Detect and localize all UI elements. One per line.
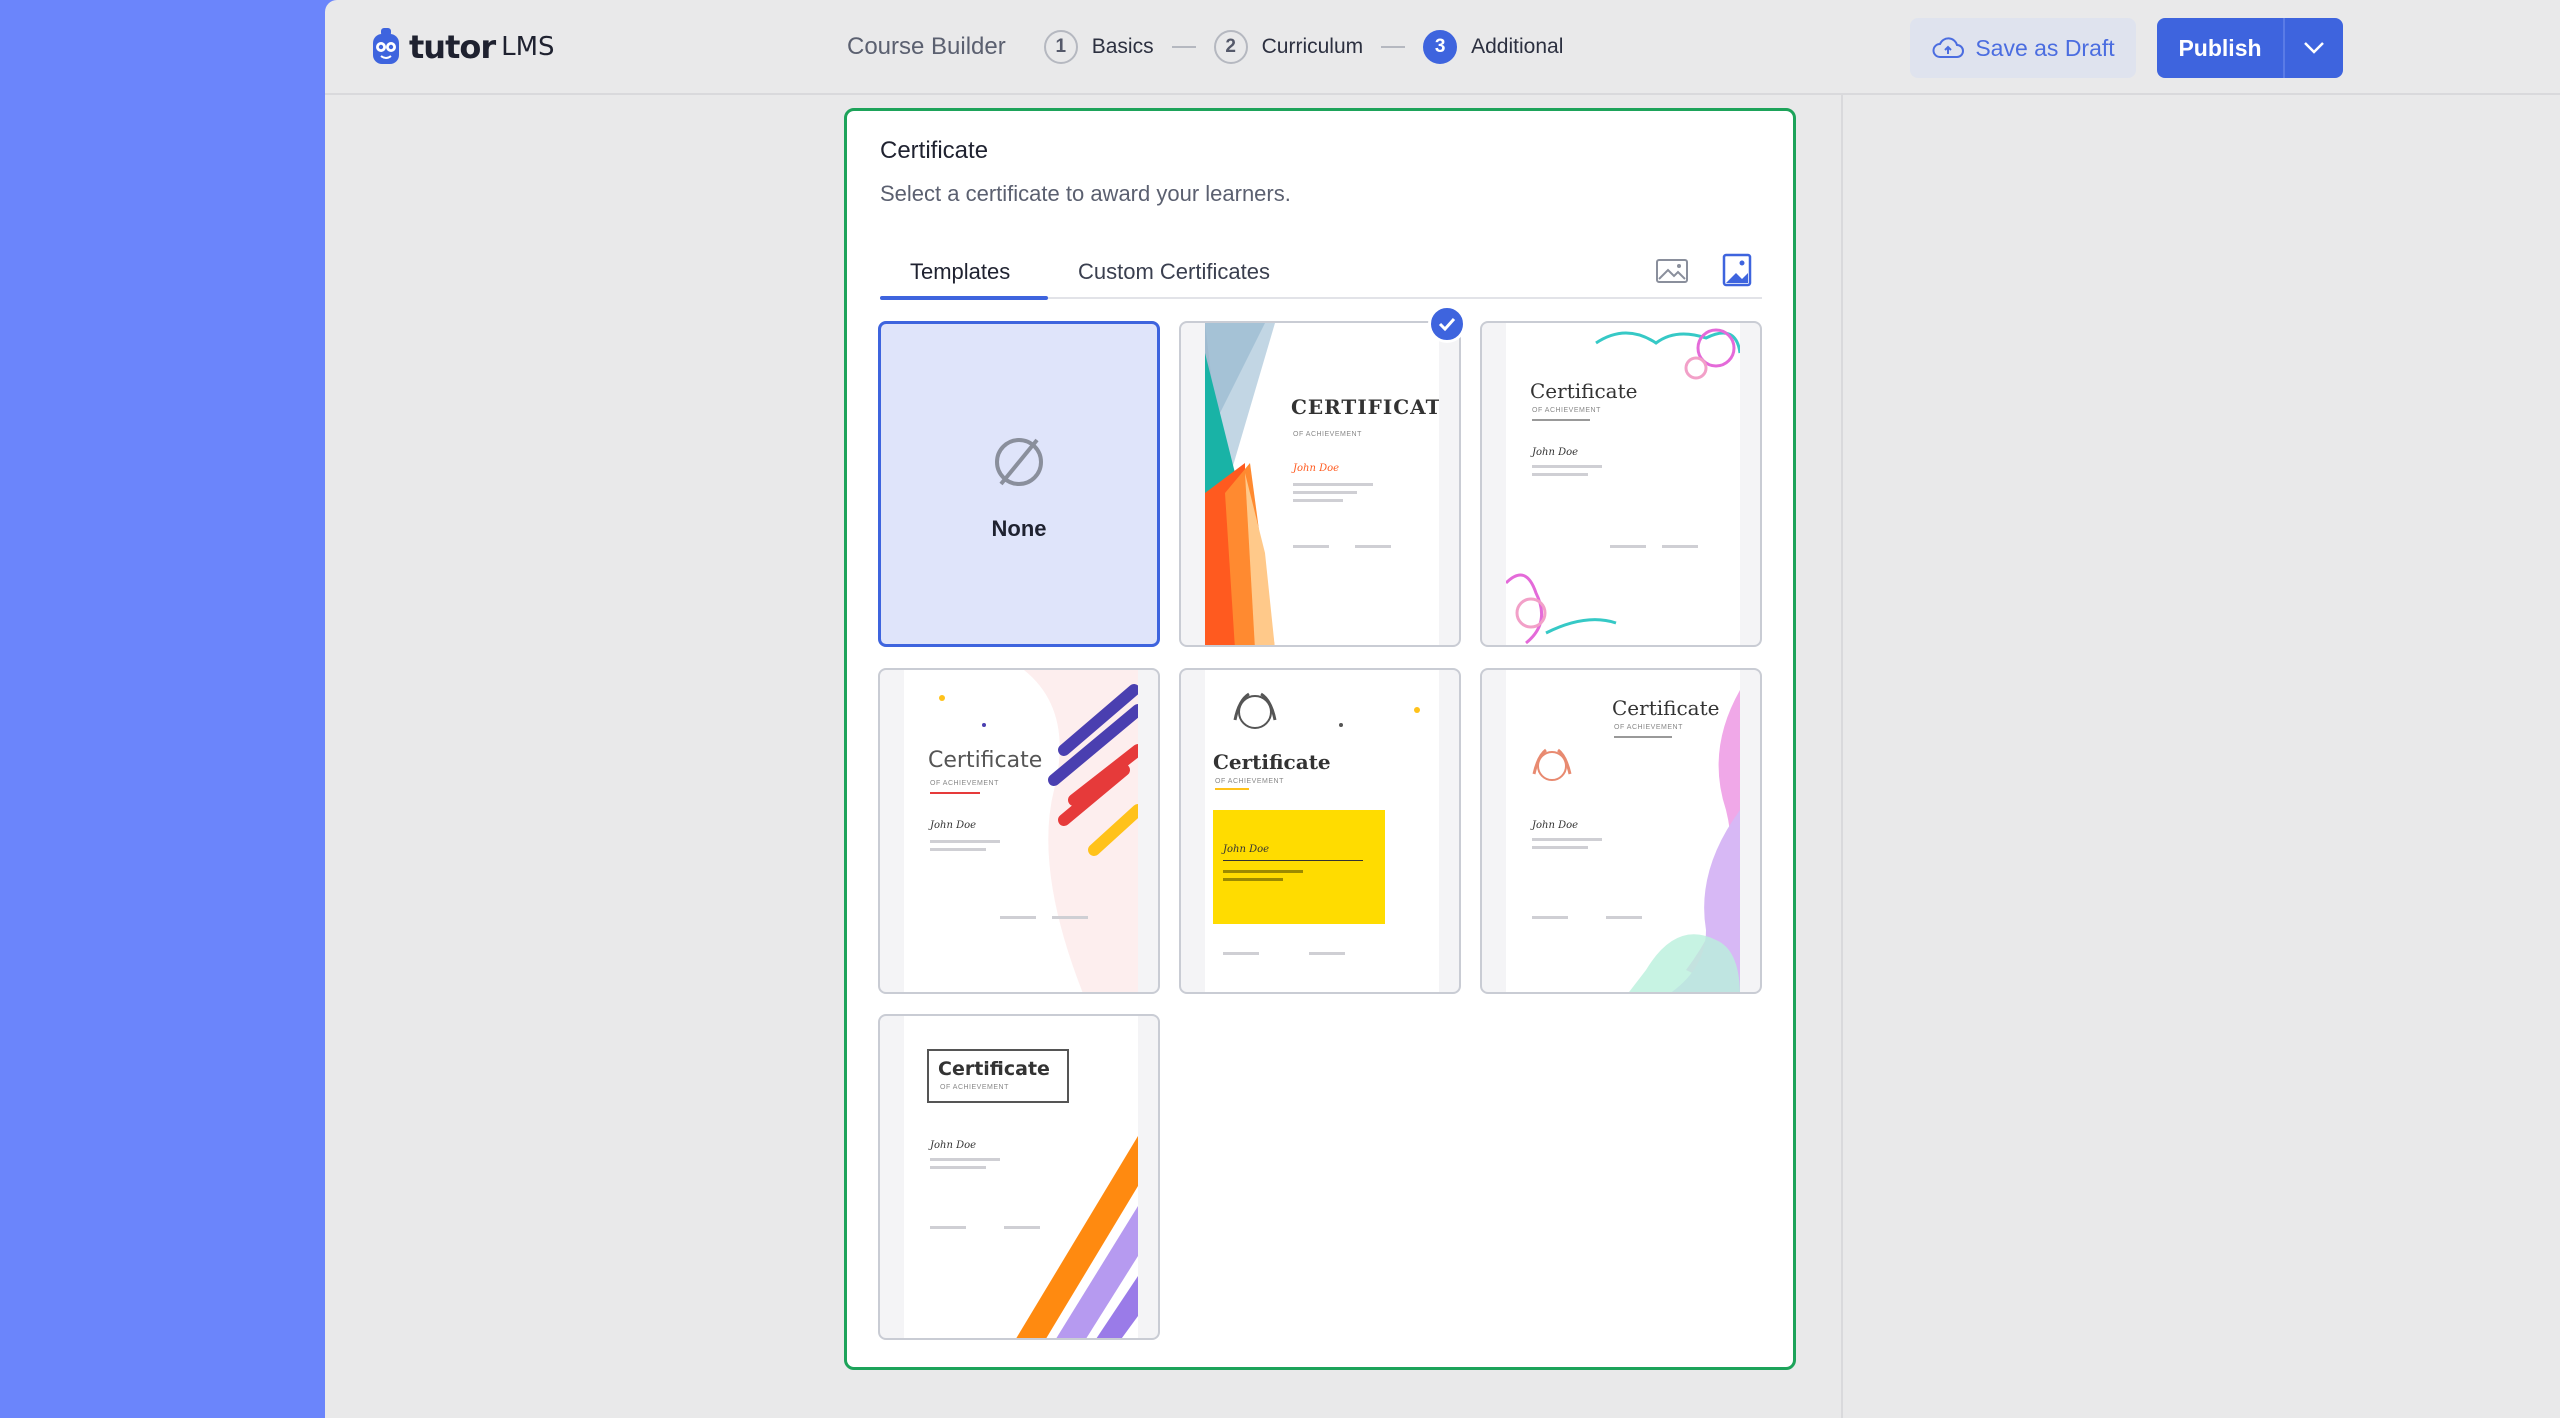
template-floral[interactable]: Certificate OF ACHIEVEMENT John Doe [1480, 321, 1762, 647]
publish-options-button[interactable] [2283, 18, 2343, 78]
template-title: Certificate [1213, 750, 1331, 774]
template-modern-stripes[interactable]: Certificate OF ACHIEVEMENT John Doe [878, 668, 1160, 994]
template-recipient: John Doe [1223, 844, 1270, 855]
cloud-upload-icon [1932, 37, 1965, 58]
template-subtitle: OF ACHIEVEMENT [940, 1084, 1009, 1091]
template-title: CERTIFICATE [1291, 395, 1439, 419]
builder-steps: Course Builder 1 Basics 2 Curriculum 3 A… [847, 28, 1563, 66]
template-title: Certificate [1530, 379, 1638, 403]
template-pastel-wave[interactable]: Certificate OF ACHIEVEMENT John Doe [1480, 668, 1762, 994]
diagonal-stripes-art [939, 670, 1138, 992]
certificate-preview: Certificate OF ACHIEVEMENT John Doe [904, 1016, 1138, 1338]
template-boxed[interactable]: Certificate OF ACHIEVEMENT John Doe [878, 1014, 1160, 1340]
award-laurel-art [1213, 692, 1420, 924]
template-subtitle: OF ACHIEVEMENT [1532, 407, 1601, 414]
step-label: Curriculum [1261, 35, 1364, 58]
certificate-preview: CERTIFICATE OF ACHIEVEMENT John Doe [1205, 323, 1439, 645]
template-subtitle: OF ACHIEVEMENT [1293, 431, 1362, 438]
publish-button[interactable]: Publish [2157, 18, 2283, 78]
tab-templates[interactable]: Templates [910, 259, 1010, 285]
template-recipient: John Doe [1293, 463, 1340, 474]
save-as-draft-label: Save as Draft [1975, 34, 2115, 61]
certificate-preview: Certificate OF ACHIEVEMENT John Doe [904, 670, 1138, 992]
chevron-down-icon [2304, 42, 2324, 54]
brand-suffix: LMS [501, 32, 555, 62]
template-subtitle: OF ACHIEVEMENT [930, 780, 999, 787]
save-as-draft-button[interactable]: Save as Draft [1910, 18, 2136, 78]
certificate-preview: Certificate OF ACHIEVEMENT John Doe [1506, 670, 1740, 992]
portrait-view-icon[interactable] [1722, 253, 1752, 287]
step-number: 1 [1043, 30, 1078, 64]
brand-name: tutor [409, 28, 496, 66]
step-number: 3 [1423, 30, 1458, 64]
template-recipient: John Doe [1532, 447, 1579, 458]
certificate-heading: Certificate [880, 137, 989, 164]
top-header: tutor LMS Course Builder 1 Basics 2 Curr… [325, 0, 2560, 95]
step-label: Basics [1091, 35, 1154, 58]
template-title: Certificate [938, 1058, 1050, 1080]
step-number: 2 [1213, 30, 1248, 64]
template-recipient: John Doe [930, 820, 977, 831]
step-separator [1381, 46, 1406, 48]
no-certificate-icon [995, 438, 1043, 486]
step-curriculum[interactable]: 2 Curriculum [1213, 30, 1364, 64]
sidebar-divider [1841, 95, 1843, 1418]
publish-button-group: Publish [2157, 18, 2343, 78]
landscape-view-icon[interactable] [1655, 255, 1689, 287]
certificate-preview: Certificate OF ACHIEVEMENT John Doe [1205, 670, 1439, 992]
tutor-owl-icon [373, 28, 399, 64]
template-none[interactable]: None [878, 321, 1160, 647]
template-subtitle: OF ACHIEVEMENT [1215, 778, 1284, 785]
none-label: None [991, 516, 1047, 541]
template-recipient: John Doe [930, 1140, 977, 1151]
step-separator [1171, 46, 1196, 48]
builder-title: Course Builder [847, 33, 1006, 60]
selected-check-icon [1428, 305, 1466, 343]
certificate-preview: Certificate OF ACHIEVEMENT John Doe [1506, 323, 1740, 645]
step-additional[interactable]: 3 Additional [1423, 30, 1563, 64]
active-tab-indicator [880, 296, 1048, 300]
step-basics[interactable]: 1 Basics [1043, 30, 1154, 64]
course-builder-app: tutor LMS Course Builder 1 Basics 2 Curr… [325, 0, 2560, 1418]
template-title: Certificate [1612, 696, 1720, 720]
template-recipient: John Doe [1532, 820, 1579, 831]
template-yellow-award[interactable]: Certificate OF ACHIEVEMENT John Doe [1179, 668, 1461, 994]
floral-swirls-art [1506, 328, 1740, 645]
template-title: Certificate [928, 748, 1043, 773]
step-label: Additional [1471, 35, 1564, 58]
template-geometric[interactable]: CERTIFICATE OF ACHIEVEMENT John Doe [1179, 321, 1461, 647]
tutor-logo[interactable]: tutor LMS [371, 26, 555, 68]
tab-custom-certificates[interactable]: Custom Certificates [1078, 259, 1270, 285]
certificate-tabs: Templates Custom Certificates [880, 251, 1762, 300]
certificate-description: Select a certificate to award your learn… [880, 181, 1291, 206]
template-subtitle: OF ACHIEVEMENT [1614, 724, 1683, 731]
